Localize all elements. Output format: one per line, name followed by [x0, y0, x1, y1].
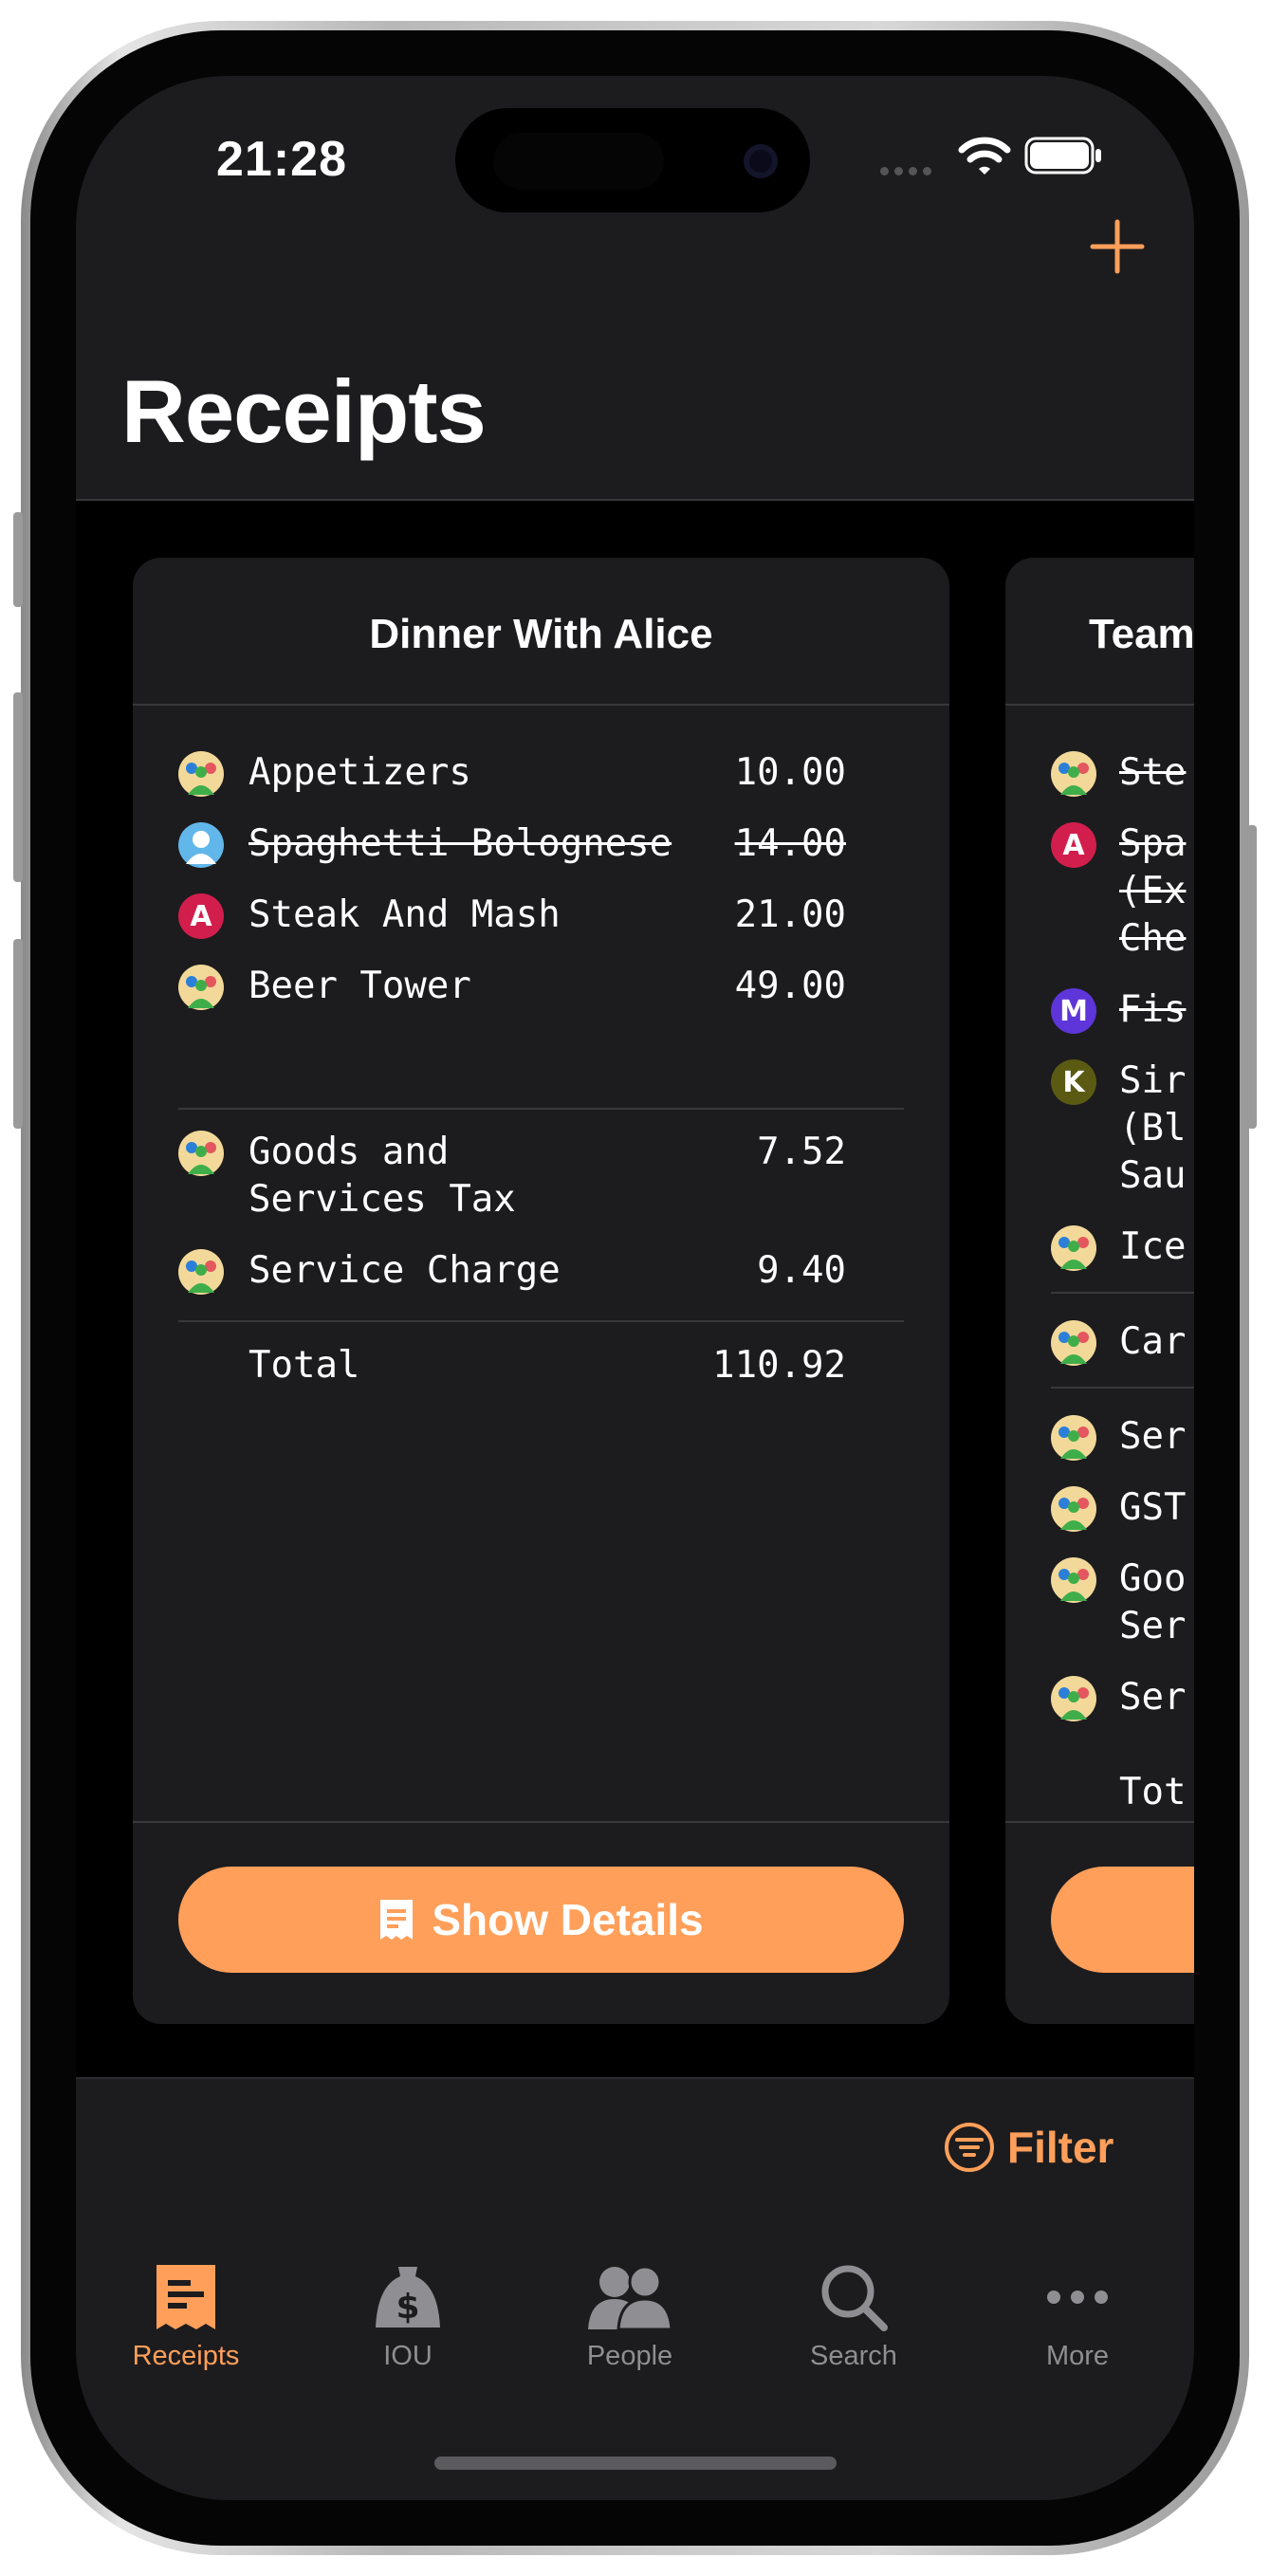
charge-name: Ser: [1119, 1415, 1187, 1458]
group-avatar-icon: [1051, 1225, 1096, 1271]
receipt-icon: [156, 2265, 215, 2329]
header-divider: [76, 499, 1194, 501]
card-divider: [133, 704, 949, 706]
show-details-button[interactable]: [1051, 1867, 1194, 1973]
tab-label: People: [586, 2341, 673, 2371]
money-bag-icon: $: [376, 2267, 440, 2328]
total-amount: 110.92: [712, 1344, 846, 1387]
item-name-line1: Spa: [1119, 822, 1187, 865]
item-name-line3: Sau: [1119, 1154, 1187, 1197]
charges-divider: [1051, 1387, 1194, 1389]
charge-name-line1: Goo: [1119, 1557, 1187, 1600]
page-title: Receipts: [121, 361, 487, 461]
item-amount: 21.00: [734, 893, 846, 936]
status-time: 21:28: [216, 132, 347, 187]
item-name: Fis: [1119, 988, 1187, 1031]
charge-amount: 9.40: [757, 1249, 846, 1292]
item-name: Car: [1119, 1320, 1187, 1363]
filter-icon: [945, 2123, 994, 2172]
charge-name-line2: Ser: [1119, 1605, 1187, 1647]
item-name: Beer Tower: [248, 965, 471, 1007]
group-avatar-icon: [1051, 1557, 1096, 1603]
camera-lens: [744, 144, 778, 178]
people-icon: [588, 2265, 673, 2331]
item-name: Ste: [1119, 751, 1187, 794]
item-name-line1: Sir: [1119, 1059, 1187, 1102]
tab-people[interactable]: People: [544, 2257, 715, 2372]
home-indicator[interactable]: [434, 2456, 837, 2470]
charge-name-line2: Services Tax: [248, 1178, 516, 1221]
item-name: Ice: [1119, 1225, 1187, 1268]
tabbar-divider: [76, 2077, 1194, 2079]
action-button: [13, 512, 23, 607]
item-amount: 14.00: [734, 822, 846, 865]
group-avatar-icon: [1051, 751, 1096, 797]
person-avatar-icon: [178, 822, 224, 868]
item-name-line2: (Bl: [1119, 1107, 1187, 1150]
group-avatar-icon: [178, 965, 224, 1010]
screen: 21:28 Receipts Dinner With Alice Appetiz…: [76, 76, 1194, 2500]
initial-avatar-icon: K: [1051, 1059, 1096, 1105]
receipt-card[interactable]: Dinner With Alice Appetizers 10.00 Spagh…: [133, 558, 949, 2024]
battery-icon: [1024, 137, 1101, 175]
show-details-label: Show Details: [432, 1895, 704, 1944]
filter-button[interactable]: Filter: [943, 2121, 1114, 2174]
plus-icon[interactable]: [1089, 218, 1146, 275]
search-icon: [821, 2265, 888, 2331]
charges-divider: [178, 1320, 904, 1322]
tab-label: Search: [810, 2341, 897, 2371]
card-divider: [1005, 704, 1194, 706]
charge-name-line1: Goods and: [248, 1131, 450, 1173]
tab-iou[interactable]: $ IOU: [322, 2257, 493, 2372]
receipt-card[interactable]: Team Ste A Spa (Ex Che M Fis K Sir (Bl S…: [1005, 558, 1194, 2024]
cellular-signal-icon: [880, 163, 937, 180]
group-avatar-icon: [1051, 1320, 1096, 1366]
tab-search[interactable]: Search: [768, 2257, 939, 2372]
svg-text:$: $: [396, 2288, 419, 2327]
dynamic-island-sensor: [493, 133, 664, 190]
charge-name: Service Charge: [248, 1249, 561, 1292]
item-name: Spaghetti Bolognese: [248, 822, 672, 865]
receipt-icon: [380, 1900, 414, 1940]
item-name-line2: (Ex: [1119, 870, 1187, 912]
tab-receipts[interactable]: Receipts: [101, 2257, 271, 2372]
volume-down-button: [13, 939, 23, 1129]
item-amount: 49.00: [734, 965, 846, 1007]
item-name-line3: Che: [1119, 917, 1187, 960]
group-avatar-icon: [178, 751, 224, 797]
item-amount: 10.00: [734, 751, 846, 794]
power-button: [1247, 825, 1257, 1129]
card-footer-divider: [1005, 1821, 1194, 1823]
tab-label: IOU: [383, 2341, 433, 2371]
items-divider: [178, 1108, 904, 1110]
total-label: Tot: [1119, 1771, 1187, 1813]
item-name: Appetizers: [248, 751, 471, 794]
volume-up-button: [13, 692, 23, 882]
item-name: Steak And Mash: [248, 893, 561, 936]
tab-more[interactable]: More: [992, 2257, 1163, 2372]
charge-name: Ser: [1119, 1676, 1187, 1719]
tab-label: More: [1045, 2341, 1110, 2371]
charge-name: GST: [1119, 1486, 1187, 1529]
card-footer-divider: [133, 1821, 949, 1823]
initial-avatar-icon: M: [1051, 988, 1096, 1034]
total-label: Total: [248, 1344, 360, 1387]
initial-avatar-icon: A: [178, 893, 224, 939]
wifi-icon: [958, 137, 1011, 175]
group-avatar-icon: [178, 1249, 224, 1295]
show-details-button[interactable]: Show Details: [178, 1867, 904, 1973]
group-avatar-icon: [178, 1131, 224, 1176]
group-avatar-icon: [1051, 1486, 1096, 1532]
group-avatar-icon: [1051, 1676, 1096, 1721]
charge-amount: 7.52: [757, 1131, 846, 1173]
receipt-title: Team: [1089, 611, 1194, 657]
tab-label: Receipts: [132, 2341, 240, 2371]
filter-label: Filter: [1007, 2123, 1114, 2172]
receipt-title: Dinner With Alice: [369, 611, 713, 657]
initial-avatar-icon: A: [1051, 822, 1096, 868]
ellipsis-icon: [1047, 2291, 1108, 2304]
group-avatar-icon: [1051, 1415, 1096, 1461]
items-divider: [1051, 1292, 1194, 1294]
